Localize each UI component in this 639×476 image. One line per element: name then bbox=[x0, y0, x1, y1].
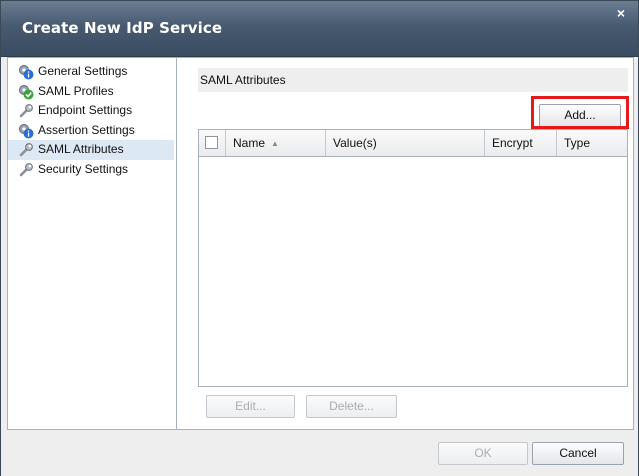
sidebar-item-endpoint-settings[interactable]: Endpoint Settings bbox=[8, 101, 176, 121]
sort-ascending-icon: ▲ bbox=[271, 139, 279, 148]
column-label: Name bbox=[233, 136, 266, 150]
column-header-name[interactable]: Name ▲ bbox=[226, 130, 326, 156]
sidebar-item-label: SAML Profiles bbox=[38, 83, 114, 98]
section-title: SAML Attributes bbox=[198, 68, 628, 92]
sidebar-item-label: SAML Attributes bbox=[38, 142, 124, 156]
sidebar-item-saml-profiles[interactable]: SAML Profiles bbox=[8, 82, 176, 102]
select-all-checkbox[interactable] bbox=[205, 136, 218, 149]
gear-check-icon bbox=[19, 84, 34, 99]
close-icon[interactable]: × bbox=[614, 6, 628, 20]
sidebar-item-assertion-settings[interactable]: Assertion Settings bbox=[8, 121, 176, 141]
wrench-icon bbox=[19, 162, 33, 176]
dialog-content: General Settings SAML Profiles Endpoint … bbox=[7, 57, 634, 430]
sidebar-item-security-settings[interactable]: Security Settings bbox=[8, 160, 176, 180]
attributes-table: Name ▲ Value(s) Encrypt Type bbox=[198, 129, 628, 387]
delete-button[interactable]: Delete... bbox=[306, 395, 397, 418]
select-all-column bbox=[199, 130, 226, 156]
ok-button[interactable]: OK bbox=[438, 442, 528, 465]
settings-sidebar: General Settings SAML Profiles Endpoint … bbox=[8, 58, 177, 429]
dialog-title: Create New IdP Service bbox=[22, 19, 223, 37]
gear-info-icon bbox=[19, 65, 34, 80]
column-label: Encrypt bbox=[492, 136, 533, 150]
add-button[interactable]: Add... bbox=[539, 104, 621, 127]
table-header: Name ▲ Value(s) Encrypt Type bbox=[199, 130, 627, 157]
sidebar-item-label: Assertion Settings bbox=[38, 122, 135, 137]
dialog-titlebar: Create New IdP Service × bbox=[1, 1, 638, 57]
sidebar-item-saml-attributes[interactable]: SAML Attributes bbox=[8, 140, 174, 160]
gear-info-icon bbox=[19, 123, 34, 138]
column-label: Value(s) bbox=[333, 136, 377, 150]
column-header-values[interactable]: Value(s) bbox=[326, 130, 485, 156]
sidebar-item-label: Endpoint Settings bbox=[38, 103, 133, 117]
table-body bbox=[199, 157, 627, 386]
edit-button[interactable]: Edit... bbox=[206, 395, 295, 418]
dialog-footer: OK Cancel bbox=[1, 431, 638, 476]
sidebar-item-label: Security Settings bbox=[38, 161, 129, 176]
wrench-icon bbox=[19, 104, 33, 118]
sidebar-item-label: General Settings bbox=[38, 64, 128, 78]
column-header-encrypt[interactable]: Encrypt bbox=[485, 130, 557, 156]
column-header-type[interactable]: Type bbox=[557, 130, 627, 156]
create-idp-service-dialog: Create New IdP Service × General Setting… bbox=[0, 0, 639, 476]
main-panel: SAML Attributes Add... Name ▲ Value(s) En… bbox=[178, 58, 633, 429]
sidebar-item-general-settings[interactable]: General Settings bbox=[8, 62, 176, 82]
wrench-icon bbox=[19, 143, 33, 157]
cancel-button[interactable]: Cancel bbox=[532, 442, 624, 465]
column-label: Type bbox=[564, 136, 591, 150]
